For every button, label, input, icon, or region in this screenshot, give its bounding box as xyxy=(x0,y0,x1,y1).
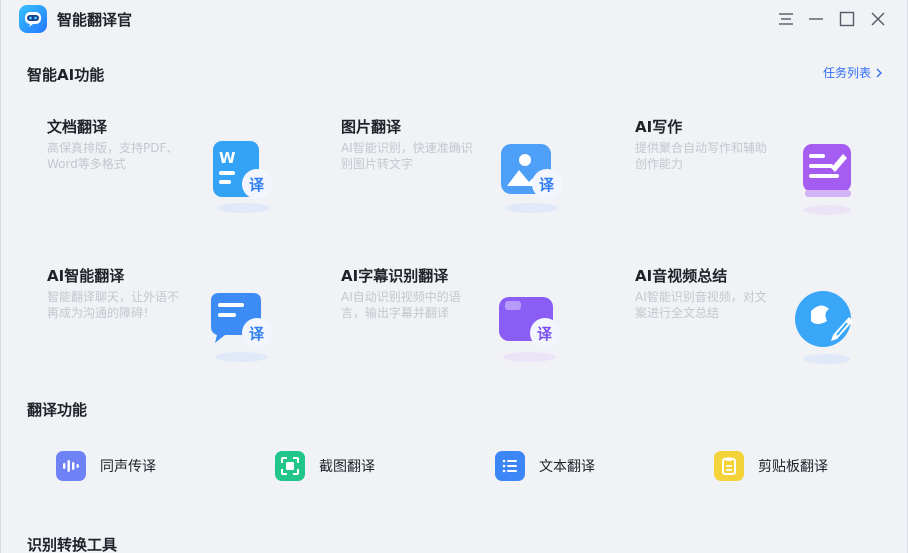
svg-text:W: W xyxy=(219,149,236,167)
card-title: 文档翻译 xyxy=(47,118,108,136)
card-desc: AI自动识别视频中的语言，输出字幕并翻译 xyxy=(341,290,461,320)
card-title: AI写作 xyxy=(635,118,683,136)
task-list-link[interactable]: 任务列表 xyxy=(823,64,883,81)
tool-screenshot-translate[interactable]: 截图翻译 xyxy=(275,449,375,483)
svg-text:译: 译 xyxy=(249,325,265,343)
tool-clipboard-translate[interactable]: 剪贴板翻译 xyxy=(714,449,828,483)
card-title: AI音视频总结 xyxy=(635,267,728,285)
card-ai-smart-translate[interactable]: AI智能翻译 智能翻译聊天，让外语不再成为沟通的障碍！ 译 xyxy=(47,265,317,395)
svg-text:译: 译 xyxy=(539,176,555,194)
minimize-icon xyxy=(809,18,823,20)
card-desc: 智能翻译聊天，让外语不再成为沟通的障碍！ xyxy=(47,290,180,320)
close-button[interactable] xyxy=(867,8,889,30)
svg-text:译: 译 xyxy=(537,325,553,343)
app-title: 智能翻译官 xyxy=(57,11,133,29)
tool-label: 剪贴板翻译 xyxy=(758,459,828,475)
menu-icon xyxy=(779,13,793,25)
minimize-button[interactable] xyxy=(805,8,827,30)
screenshot-scan-icon xyxy=(275,451,305,481)
card-desc: 高保真排版，支持PDF、Word等多格式 xyxy=(47,141,179,171)
card-subtitle-translate[interactable]: AI字幕识别翻译 AI自动识别视频中的语言，输出字幕并翻译 译 xyxy=(341,265,611,395)
title-bar: 智能翻译官 xyxy=(1,0,907,38)
card-doc-translate[interactable]: 文档翻译 高保真排版，支持PDF、Word等多格式 W 译 xyxy=(47,116,317,246)
clipboard-icon xyxy=(714,451,744,481)
section-title-ai: 智能AI功能 xyxy=(27,66,105,84)
svg-text:译: 译 xyxy=(249,176,265,194)
menu-button[interactable] xyxy=(775,8,797,30)
card-desc: AI智能识别音视频，对文案进行全文总结 xyxy=(635,290,767,320)
app-logo-icon xyxy=(19,5,47,33)
audio-wave-icon xyxy=(56,451,86,481)
maximize-button[interactable] xyxy=(836,8,858,30)
card-title: AI智能翻译 xyxy=(47,267,125,285)
chevron-right-icon xyxy=(876,68,882,77)
ai-writing-icon xyxy=(795,138,865,218)
image-translate-icon: 译 xyxy=(497,138,567,218)
task-list-label: 任务列表 xyxy=(822,66,871,80)
text-list-icon xyxy=(495,451,525,481)
card-av-summary[interactable]: AI音视频总结 AI智能识别音视频，对文案进行全文总结 xyxy=(635,265,905,395)
word-doc-translate-icon: W 译 xyxy=(209,138,279,218)
chat-translate-icon: 译 xyxy=(207,287,277,367)
card-desc: AI智能识别，快速准确识别图片转文字 xyxy=(341,141,473,171)
maximize-icon xyxy=(839,11,855,27)
section-title-translate: 翻译功能 xyxy=(27,401,88,419)
tool-text-translate[interactable]: 文本翻译 xyxy=(495,449,595,483)
app-window: 智能翻译官 智能AI功能 任务列表 文档翻译 高保真排版，支持PDF、Word等… xyxy=(0,0,908,553)
tool-simultaneous-interpretation[interactable]: 同声传译 xyxy=(56,449,156,483)
card-ai-writing[interactable]: AI写作 提供聚合自动写作和辅助创作能力 xyxy=(635,116,905,246)
card-desc: 提供聚合自动写作和辅助创作能力 xyxy=(635,141,768,171)
card-title: 图片翻译 xyxy=(341,118,402,136)
card-title: AI字幕识别翻译 xyxy=(341,267,449,285)
audio-video-summary-icon xyxy=(793,287,863,367)
close-icon xyxy=(871,12,885,26)
tool-label: 文本翻译 xyxy=(539,459,595,475)
section-title-convert: 识别转换工具 xyxy=(27,536,118,553)
tool-label: 同声传译 xyxy=(100,459,156,475)
video-subtitle-translate-icon: 译 xyxy=(495,287,565,367)
tool-label: 截图翻译 xyxy=(319,459,375,475)
card-image-translate[interactable]: 图片翻译 AI智能识别，快速准确识别图片转文字 译 xyxy=(341,116,611,246)
